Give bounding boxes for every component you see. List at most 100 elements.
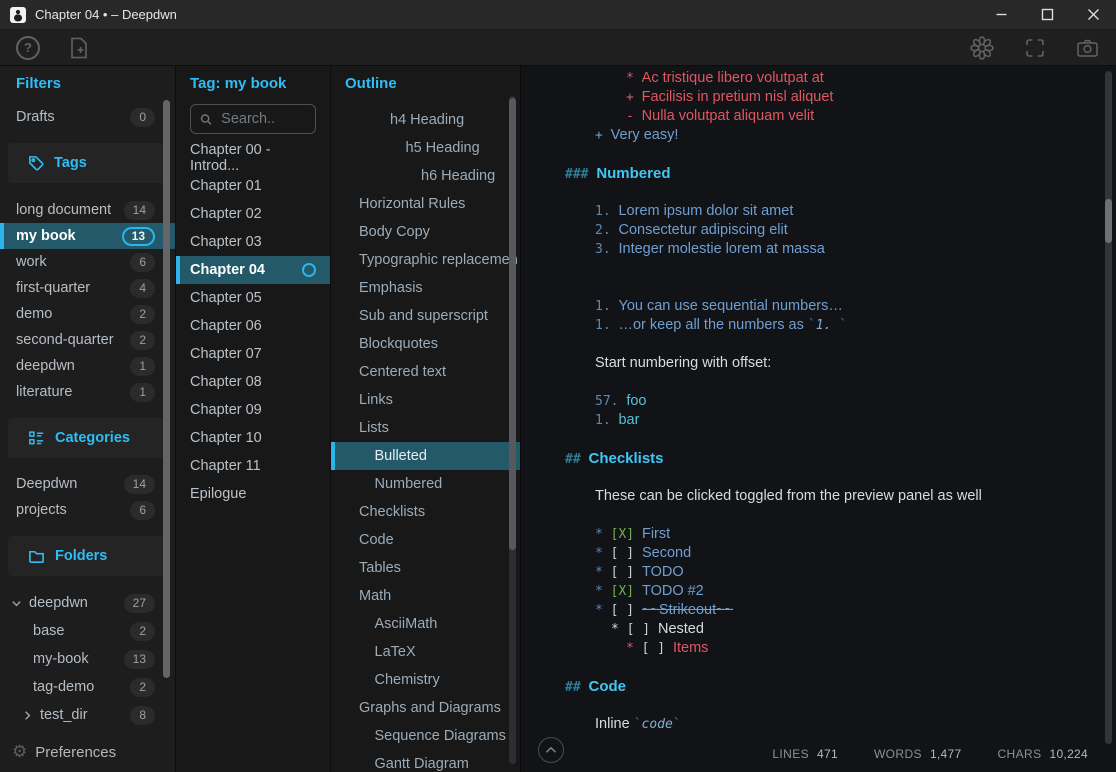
outline-item-sub-and-superscript[interactable]: Sub and superscript bbox=[331, 302, 520, 330]
editor-line[interactable]: * [ ] ~~Strikeout~~ bbox=[521, 601, 1102, 620]
tag-item-deepdwn[interactable]: deepdwn1 bbox=[0, 353, 175, 379]
editor-line[interactable]: * [ ] Second bbox=[521, 544, 1102, 563]
filters-scrollbar[interactable] bbox=[163, 100, 170, 678]
editor-line[interactable]: 3. Integer molestie lorem at massa bbox=[521, 240, 1102, 259]
outline-item-body-copy[interactable]: Body Copy bbox=[331, 218, 520, 246]
editor-line[interactable]: 1. …or keep all the numbers as `1. ` bbox=[521, 316, 1102, 335]
outline-item-checklists[interactable]: Checklists bbox=[331, 498, 520, 526]
close-button[interactable] bbox=[1070, 0, 1116, 29]
editor-surface[interactable]: * Ac tristique libero volutpat at+ Facil… bbox=[521, 66, 1102, 772]
outline-item-links[interactable]: Links bbox=[331, 386, 520, 414]
editor-line[interactable]: + Very easy! bbox=[521, 126, 1102, 145]
editor-line[interactable]: 1. Lorem ipsum dolor sit amet bbox=[521, 202, 1102, 221]
folder-item-tag-demo[interactable]: tag-demo2 bbox=[0, 673, 175, 701]
editor-line[interactable]: * Ac tristique libero volutpat at bbox=[521, 69, 1102, 88]
outline-item-math[interactable]: Math bbox=[331, 582, 520, 610]
editor-line[interactable]: * [ ] TODO bbox=[521, 563, 1102, 582]
chevron-down-icon[interactable] bbox=[10, 597, 23, 610]
category-item-deepdwn[interactable]: Deepdwn14 bbox=[0, 471, 175, 497]
preferences-button[interactable]: ⚙ Preferences bbox=[0, 732, 175, 772]
outline-item-sequence-diagrams[interactable]: Sequence Diagrams bbox=[331, 722, 520, 750]
preview-button[interactable] bbox=[969, 35, 995, 61]
file-item-epilogue[interactable]: Epilogue bbox=[176, 480, 330, 508]
file-item-chapter-01[interactable]: Chapter 01 bbox=[176, 172, 330, 200]
editor-line[interactable] bbox=[521, 373, 1102, 392]
editor-line[interactable] bbox=[521, 468, 1102, 487]
editor-line[interactable]: ## Code bbox=[521, 677, 1102, 696]
editor-line[interactable] bbox=[521, 506, 1102, 525]
new-file-button[interactable] bbox=[68, 36, 90, 60]
editor-line[interactable]: Start numbering with offset: bbox=[521, 354, 1102, 373]
outline-item-horizontal-rules[interactable]: Horizontal Rules bbox=[331, 190, 520, 218]
editor-line[interactable] bbox=[521, 335, 1102, 354]
tag-item-first-quarter[interactable]: first-quarter4 bbox=[0, 275, 175, 301]
editor-line[interactable] bbox=[521, 430, 1102, 449]
help-button[interactable]: ? bbox=[16, 36, 40, 60]
file-item-chapter-07[interactable]: Chapter 07 bbox=[176, 340, 330, 368]
filter-item-drafts[interactable]: Drafts 0 bbox=[0, 104, 175, 130]
folder-item-my-book[interactable]: my-book13 bbox=[0, 645, 175, 673]
editor-line[interactable] bbox=[521, 278, 1102, 297]
tag-item-work[interactable]: work6 bbox=[0, 249, 175, 275]
outline-item-lists[interactable]: Lists bbox=[331, 414, 520, 442]
chevron-right-icon[interactable] bbox=[21, 709, 34, 722]
folder-item-deepdwn[interactable]: deepdwn27 bbox=[0, 589, 175, 617]
editor-line[interactable]: + Facilisis in pretium nisl aliquet bbox=[521, 88, 1102, 107]
folders-section-header[interactable]: Folders bbox=[8, 536, 167, 576]
outline-item-gantt-diagram[interactable]: Gantt Diagram bbox=[331, 750, 520, 772]
outline-item-typographic-replacemen[interactable]: Typographic replacemen bbox=[331, 246, 520, 274]
file-item-chapter-04[interactable]: Chapter 04 bbox=[176, 256, 330, 284]
outline-item-emphasis[interactable]: Emphasis bbox=[331, 274, 520, 302]
editor-line[interactable]: * [X] First bbox=[521, 525, 1102, 544]
minimize-button[interactable] bbox=[978, 0, 1024, 29]
outline-item-graphs-and-diagrams[interactable]: Graphs and Diagrams bbox=[331, 694, 520, 722]
editor-line[interactable] bbox=[521, 259, 1102, 278]
outline-item-latex[interactable]: LaTeX bbox=[331, 638, 520, 666]
tags-section-header[interactable]: Tags bbox=[8, 143, 167, 183]
outline-item-h5-heading[interactable]: h5 Heading bbox=[331, 134, 520, 162]
editor-line[interactable]: 1. You can use sequential numbers… bbox=[521, 297, 1102, 316]
tag-item-long-document[interactable]: long document14 bbox=[0, 197, 175, 223]
category-item-projects[interactable]: projects6 bbox=[0, 497, 175, 523]
categories-section-header[interactable]: Categories bbox=[8, 418, 167, 458]
editor-line[interactable]: * [X] TODO #2 bbox=[521, 582, 1102, 601]
editor-line[interactable]: ### Numbered bbox=[521, 164, 1102, 183]
outline-item-bulleted[interactable]: Bulleted bbox=[331, 442, 520, 470]
tag-item-my-book[interactable]: my book13 bbox=[0, 223, 175, 249]
folder-item-base[interactable]: base2 bbox=[0, 617, 175, 645]
scroll-to-top-button[interactable] bbox=[538, 737, 564, 763]
file-item-chapter-00-introd[interactable]: Chapter 00 - Introd... bbox=[176, 144, 330, 172]
outline-item-asciimath[interactable]: AsciiMath bbox=[331, 610, 520, 638]
outline-item-tables[interactable]: Tables bbox=[331, 554, 520, 582]
maximize-button[interactable] bbox=[1024, 0, 1070, 29]
file-item-chapter-06[interactable]: Chapter 06 bbox=[176, 312, 330, 340]
editor-line[interactable]: ## Checklists bbox=[521, 449, 1102, 468]
screenshot-button[interactable] bbox=[1075, 36, 1100, 60]
file-item-chapter-03[interactable]: Chapter 03 bbox=[176, 228, 330, 256]
editor-scrollbar-track[interactable] bbox=[1105, 71, 1112, 744]
editor-line[interactable]: These can be clicked toggled from the pr… bbox=[521, 487, 1102, 506]
search-box[interactable] bbox=[190, 104, 316, 134]
focus-mode-button[interactable] bbox=[1023, 36, 1047, 60]
editor-line[interactable]: 2. Consectetur adipiscing elit bbox=[521, 221, 1102, 240]
editor-scrollbar-thumb[interactable] bbox=[1105, 199, 1112, 243]
editor-line[interactable] bbox=[521, 696, 1102, 715]
search-input[interactable] bbox=[219, 110, 306, 128]
tag-item-literature[interactable]: literature1 bbox=[0, 379, 175, 405]
file-item-chapter-10[interactable]: Chapter 10 bbox=[176, 424, 330, 452]
file-item-chapter-02[interactable]: Chapter 02 bbox=[176, 200, 330, 228]
outline-item-h6-heading[interactable]: h6 Heading bbox=[331, 162, 520, 190]
editor-line[interactable]: 1. bar bbox=[521, 411, 1102, 430]
editor-line[interactable] bbox=[521, 658, 1102, 677]
outline-item-centered-text[interactable]: Centered text bbox=[331, 358, 520, 386]
editor-line[interactable]: Inline `code` bbox=[521, 715, 1102, 734]
outline-scrollbar-thumb[interactable] bbox=[509, 98, 516, 550]
editor-line[interactable]: * [ ] Nested bbox=[521, 620, 1102, 639]
outline-item-chemistry[interactable]: Chemistry bbox=[331, 666, 520, 694]
tag-item-demo[interactable]: demo2 bbox=[0, 301, 175, 327]
editor-line[interactable] bbox=[521, 183, 1102, 202]
outline-item-code[interactable]: Code bbox=[331, 526, 520, 554]
outline-item-blockquotes[interactable]: Blockquotes bbox=[331, 330, 520, 358]
file-item-chapter-11[interactable]: Chapter 11 bbox=[176, 452, 330, 480]
editor-line[interactable]: 57. foo bbox=[521, 392, 1102, 411]
